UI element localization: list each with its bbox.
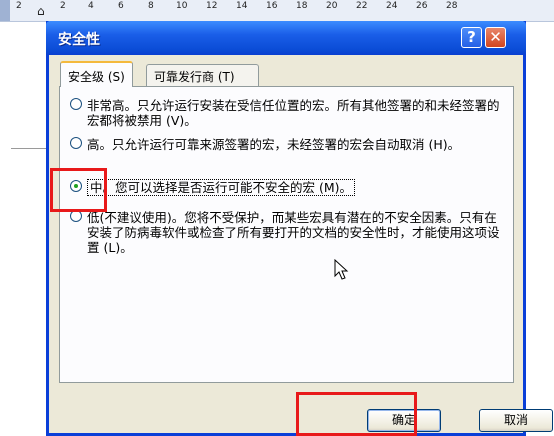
title-bar[interactable]: 安全性 ? ✕ [46, 21, 526, 55]
tab-trusted-publishers[interactable]: 可靠发行商 (T) [146, 64, 259, 86]
ruler-number: 22 [356, 1, 368, 11]
ruler-number: 16 [266, 1, 278, 11]
help-icon[interactable]: ? [461, 27, 482, 48]
option-label: 低(不建议使用)。您将不受保护，而某些宏具有潜在的不安全因素。只有在安装了防病毒… [87, 210, 500, 255]
ruler-number: 18 [296, 1, 308, 11]
option-label: 非常高。只允许运行安装在受信任位置的宏。所有其他签署的和未经签署的宏都将被禁用 … [87, 98, 500, 128]
ruler-number: 26 [416, 1, 428, 11]
ruler-number: 10 [176, 1, 188, 11]
highlight-box-ok [296, 392, 417, 436]
security-dialog: 安全性 ? ✕ 安全级 (S) 可靠发行商 (T) 非常高。只允许运行安装在受信… [46, 21, 553, 436]
option-label: 中。您可以选择是否运行可能不安全的宏 (M)。 [87, 179, 356, 196]
radio-high[interactable] [70, 137, 82, 149]
ruler-indent-marker[interactable]: ⌂ [37, 4, 45, 18]
cancel-button[interactable]: 取消 [479, 409, 553, 432]
radio-very-high[interactable] [70, 98, 82, 110]
ruler-number: 24 [386, 1, 398, 11]
ruler-number: 2 [16, 1, 22, 11]
option-label: 高。只允许运行可靠来源签署的宏，未经签署的宏会自动取消 (H)。 [87, 137, 461, 152]
close-icon[interactable]: ✕ [485, 27, 506, 48]
ruler-number: 4 [88, 1, 94, 11]
mouse-pointer-icon [334, 259, 349, 280]
ruler-number: 12 [206, 1, 218, 11]
ruler: 2 ⌂ 2 4 6 8 10 12 14 16 18 20 22 24 26 2… [0, 0, 554, 22]
ruler-left-margin [0, 0, 10, 21]
ruler-number: 8 [148, 1, 154, 11]
ruler-number: 14 [236, 1, 248, 11]
dialog-title: 安全性 [58, 32, 100, 48]
highlight-box-medium [50, 168, 107, 212]
document-line [11, 148, 51, 149]
ruler-number: 2 [60, 1, 66, 11]
ruler-number: 20 [326, 1, 338, 11]
tab-security-level[interactable]: 安全级 (S) [60, 61, 133, 87]
ruler-number: 6 [118, 1, 124, 11]
tab-panel: 非常高。只允许运行安装在受信任位置的宏。所有其他签署的和未经签署的宏都将被禁用 … [59, 86, 514, 383]
ruler-number: 28 [446, 1, 458, 11]
